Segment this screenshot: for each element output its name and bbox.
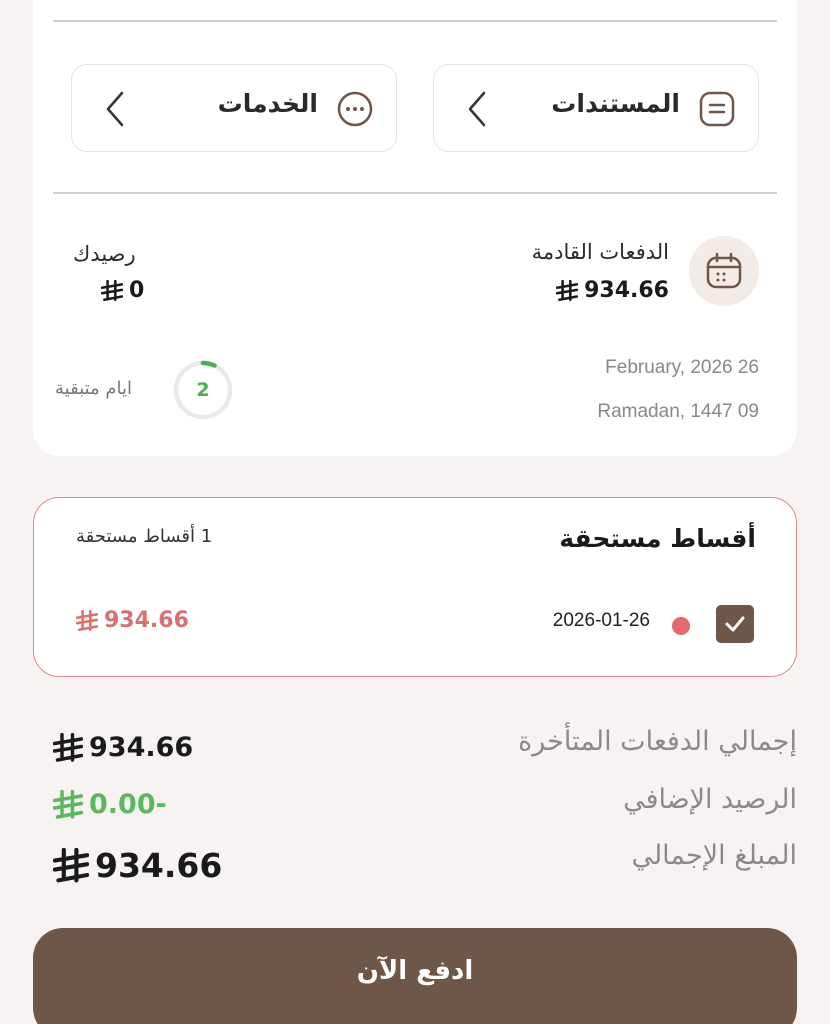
extra-balance-label: الرصيد الإضافي <box>623 784 797 815</box>
extra-balance-amount: 0.00- <box>53 789 167 820</box>
payment-summary-card: المستندات الخدمات الدفعات القادمة 934.66… <box>33 0 797 456</box>
late-payments-amount: 934.66 <box>53 732 193 763</box>
extra-balance-value: 0.00- <box>89 789 167 820</box>
pay-now-label: ادفع الآن <box>356 956 474 986</box>
balance-label: رصيدك <box>73 242 136 266</box>
installment-amount-value: 934.66 <box>104 608 189 633</box>
balance-amount: 0 <box>101 278 144 303</box>
installment-date: 2026-01-26 <box>552 610 650 631</box>
checkmark-icon <box>725 616 745 632</box>
days-remaining-count: 2 <box>196 379 210 401</box>
due-installments-title: أقساط مستحقة <box>559 524 756 553</box>
total-amount: 934.66 <box>53 846 222 885</box>
installment-checkbox[interactable] <box>716 605 754 643</box>
services-button[interactable]: الخدمات <box>71 64 397 152</box>
saudi-riyal-icon <box>53 789 83 819</box>
days-remaining-ring: 2 <box>173 360 233 420</box>
saudi-riyal-icon <box>53 732 83 762</box>
balance-amount-value: 0 <box>129 278 145 303</box>
overdue-status-dot <box>672 617 690 635</box>
pay-now-button[interactable]: ادفع الآن <box>33 928 797 1024</box>
saudi-riyal-icon <box>101 279 123 301</box>
installment-amount: 934.66 <box>76 608 189 633</box>
upcoming-payments-label: الدفعات القادمة <box>531 240 669 264</box>
document-icon <box>699 91 735 127</box>
calendar-icon <box>706 252 742 289</box>
chevron-left-icon <box>106 91 124 127</box>
gregorian-date: February, 2026 26 <box>605 357 759 378</box>
upcoming-payments-amount: 934.66 <box>556 278 669 303</box>
saudi-riyal-icon <box>76 609 98 631</box>
services-label: الخدمات <box>217 89 318 118</box>
divider <box>53 20 777 22</box>
days-remaining-label: ايام متبقية <box>55 378 133 399</box>
due-installments-card: أقساط مستحقة 1 أقساط مستحقة 2026-01-26 9… <box>33 497 797 677</box>
late-payments-value: 934.66 <box>89 732 194 763</box>
due-installments-count: 1 أقساط مستحقة <box>76 526 213 547</box>
chevron-left-icon <box>468 91 486 127</box>
more-dots-icon <box>337 91 373 127</box>
calendar-icon-badge <box>689 236 759 306</box>
total-amount-value: 934.66 <box>95 846 223 885</box>
hijri-date: Ramadan, 1447 09 <box>597 401 759 422</box>
divider <box>53 192 777 194</box>
upcoming-amount-value: 934.66 <box>584 278 669 303</box>
saudi-riyal-icon <box>53 847 89 882</box>
total-amount-label: المبلغ الإجمالي <box>631 840 797 871</box>
documents-label: المستندات <box>551 89 680 118</box>
late-payments-label: إجمالي الدفعات المتأخرة <box>518 726 797 757</box>
saudi-riyal-icon <box>556 279 579 301</box>
documents-button[interactable]: المستندات <box>433 64 759 152</box>
